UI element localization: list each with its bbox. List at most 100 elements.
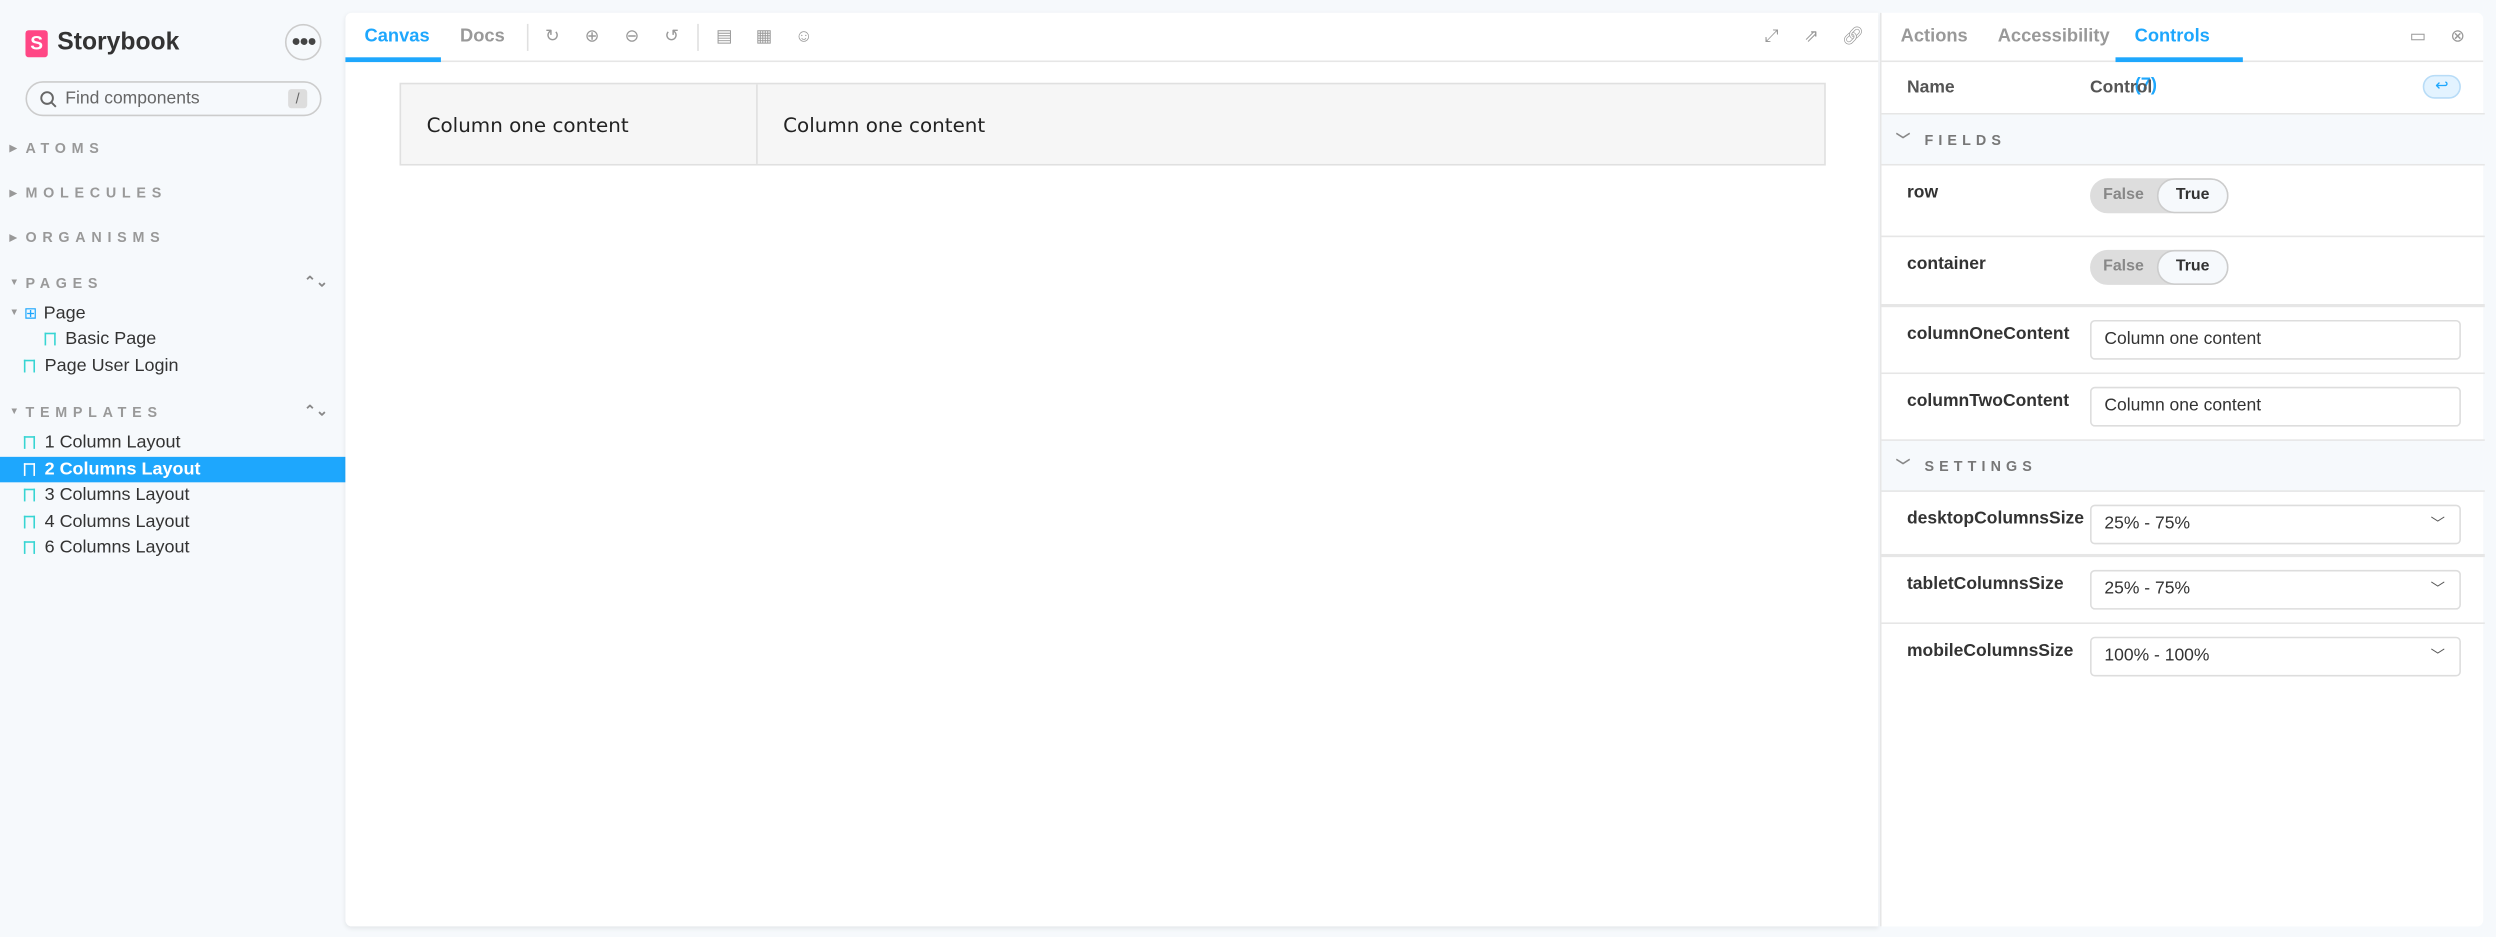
chevron-down-icon: ﹀ (2430, 581, 2446, 597)
section-settings[interactable]: ﹀ SETTINGS (1881, 440, 2485, 492)
mobile-columns-size-select[interactable]: 100% - 100% ﹀ (2090, 636, 2461, 677)
reset-controls-button[interactable]: ↩ (2422, 74, 2461, 99)
toggle-true[interactable]: True (2156, 249, 2229, 285)
close-icon[interactable]: ⊗ (2448, 27, 2467, 46)
bookmark-icon (44, 332, 56, 346)
search-input[interactable]: Find components / (25, 81, 322, 117)
menu-button[interactable]: ●●● (284, 23, 322, 61)
component-icon: ⊞ (23, 304, 38, 323)
sidebar-item-1-column-layout[interactable]: 1 Column Layout (0, 430, 345, 455)
sidebar-item-page[interactable]: ▼ ⊞ Page (0, 301, 345, 326)
toggle-false[interactable]: False (2090, 250, 2157, 285)
item-label: Basic Page (65, 329, 157, 349)
zoom-out-icon[interactable]: ⊖ (622, 27, 641, 46)
tab-actions[interactable]: Actions (1901, 13, 1968, 62)
sidebar-item-4-columns-layout[interactable]: 4 Columns Layout (0, 509, 345, 534)
control-column-one-content: columnOneContent Column one content (1881, 307, 2485, 375)
zoom-reset-icon[interactable]: ↺ (662, 27, 681, 46)
column-one: Column one content (401, 84, 758, 164)
zoom-in-icon[interactable]: ⊕ (583, 27, 602, 46)
toolbar: Canvas Docs ↻ ⊕ ⊖ ↺ ▤ ▦ ☺ ⤢ ⇗ 🔗︎ (345, 13, 1879, 63)
group-atoms[interactable]: ▶ ATOMS (10, 140, 328, 156)
canvas-panel: Canvas Docs ↻ ⊕ ⊖ ↺ ▤ ▦ ☺ ⤢ ⇗ 🔗︎ Column … (345, 12, 1879, 927)
bookmark-icon (23, 436, 36, 449)
caret-down-icon: ▼ (9, 406, 20, 417)
row-toggle[interactable]: False True (2090, 178, 2229, 214)
sidebar-item-2-columns-layout[interactable]: 2 Columns Layout (0, 456, 346, 483)
divider (697, 23, 699, 51)
chevron-down-icon: ﹀ (2430, 515, 2446, 532)
item-label: Page User Login (44, 356, 179, 376)
expand-all-icon[interactable]: ⌃⌄ (304, 403, 328, 421)
search-icon (40, 90, 57, 107)
control-name: mobileColumnsSize (1906, 641, 2074, 661)
item-label: 4 Columns Layout (44, 512, 190, 532)
control-mobile-columns-size: mobileColumnsSize 100% - 100% ﹀ (1882, 624, 2485, 691)
group-organisms[interactable]: ▶ ORGANISMS (10, 229, 328, 245)
column-two-content-textarea[interactable]: Column one content (2090, 386, 2461, 427)
bookmark-icon (23, 488, 36, 502)
divider (526, 23, 529, 51)
tab-accessibility[interactable]: Accessibility (1998, 13, 2110, 62)
storybook-logo[interactable]: S Storybook (25, 29, 179, 58)
accessibility-icon[interactable]: ☺ (794, 27, 813, 46)
search-placeholder: Find components (65, 89, 200, 109)
select-value: 25% - 75% (2104, 579, 2191, 599)
sidebar-item-3-columns-layout[interactable]: 3 Columns Layout (0, 482, 345, 507)
tab-canvas[interactable]: Canvas (345, 13, 441, 63)
background-icon[interactable]: ▤ (715, 27, 734, 46)
sidebar: S Storybook ●●● Find components / ▶ ATOMS … (0, 0, 346, 937)
tab-docs[interactable]: Docs (460, 13, 505, 62)
bookmark-icon (23, 463, 36, 476)
panel-position-icon[interactable]: ▭ (2408, 27, 2427, 46)
toggle-false[interactable]: False (2090, 178, 2157, 213)
header-control: Control (2090, 77, 2153, 98)
addons-panel: Actions Accessibility Controls (7) ▭ ⊗ N… (1879, 12, 2485, 927)
section-label: SETTINGS (1924, 457, 2037, 474)
container-toggle[interactable]: False True (2090, 249, 2229, 285)
chevron-down-icon: ﹀ (1895, 458, 1911, 475)
addons-tabbar: Actions Accessibility Controls (7) ▭ ⊗ (1881, 13, 2484, 96)
column-two: Column one content (783, 112, 986, 137)
storybook-logo-icon: S (25, 29, 48, 57)
group-label: TEMPLATES (25, 403, 163, 420)
control-row: row False True (1881, 166, 2485, 238)
search-shortcut: / (288, 89, 308, 109)
open-new-tab-icon[interactable]: ⇗ (1802, 27, 1821, 46)
tab-controls[interactable]: Controls (7) (2115, 13, 2243, 96)
desktop-columns-size-select[interactable]: 25% - 75% ﹀ (2090, 504, 2461, 545)
item-label: 3 Columns Layout (44, 485, 190, 505)
group-molecules[interactable]: ▶ MOLECULES (10, 185, 328, 201)
control-name: container (1906, 254, 1986, 274)
section-label: FIELDS (1924, 131, 2007, 148)
control-name: row (1906, 183, 1939, 203)
sidebar-item-6-columns-layout[interactable]: 6 Columns Layout (0, 535, 345, 560)
sidebar-item-basic-page[interactable]: Basic Page (0, 326, 345, 351)
select-value: 100% - 100% (2104, 646, 2210, 666)
caret-right-icon: ▶ (9, 233, 17, 243)
item-label: 6 Columns Layout (44, 538, 190, 558)
undo-icon: ↩ (2435, 77, 2449, 96)
group-pages[interactable]: ▼ PAGES ⌃⌄ (10, 274, 328, 292)
header-name: Name (1906, 77, 1955, 98)
section-fields[interactable]: ﹀ FIELDS (1881, 114, 2485, 166)
grid-icon[interactable]: ▦ (755, 27, 774, 46)
control-column-two-content: columnTwoContent Column one content (1881, 374, 2485, 441)
chevron-down-icon: ﹀ (1895, 132, 1911, 149)
bookmark-icon (23, 359, 36, 373)
fullscreen-icon[interactable]: ⤢ (1762, 27, 1781, 46)
column-one-content-textarea[interactable]: Column one content (2090, 319, 2461, 360)
group-label: ATOMS (25, 140, 105, 156)
tablet-columns-size-select[interactable]: 25% - 75% ﹀ (2090, 569, 2461, 610)
group-templates[interactable]: ▼ TEMPLATES ⌃⌄ (10, 403, 328, 421)
item-label: Page (43, 304, 86, 324)
control-tablet-columns-size: tabletColumnsSize 25% - 75% ﹀ (1881, 557, 2485, 624)
link-icon[interactable]: 🔗︎ (1842, 27, 1864, 46)
toggle-true[interactable]: True (2156, 178, 2229, 214)
select-value: 25% - 75% (2104, 514, 2191, 534)
group-label: ORGANISMS (25, 229, 166, 246)
reload-icon[interactable]: ↻ (543, 27, 562, 46)
expand-all-icon[interactable]: ⌃⌄ (304, 274, 328, 292)
caret-right-icon: ▶ (9, 144, 17, 154)
sidebar-item-page-user-login[interactable]: Page User Login (0, 353, 345, 378)
